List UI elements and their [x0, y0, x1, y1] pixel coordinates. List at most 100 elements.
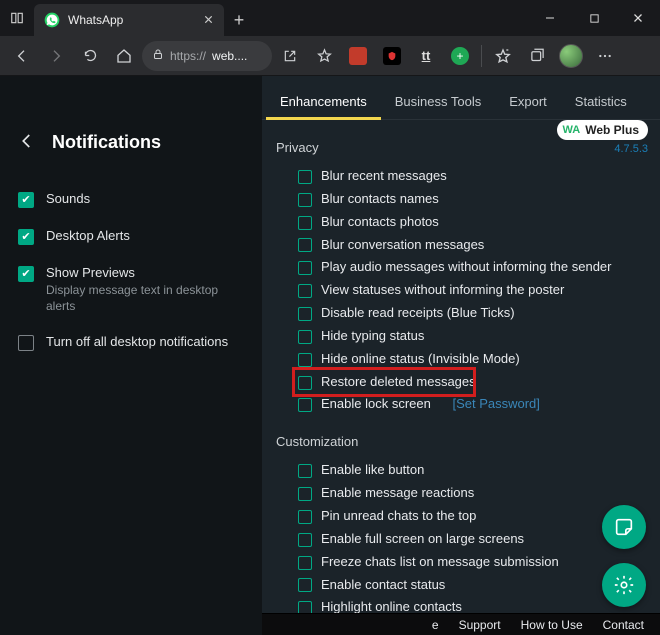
- setting-desktop-alerts[interactable]: Desktop Alerts: [14, 218, 248, 255]
- url-bar[interactable]: https:// web....: [142, 41, 272, 71]
- opt-like-button[interactable]: Enable like button: [298, 459, 646, 482]
- opt-blur-conversation[interactable]: Blur conversation messages: [298, 234, 646, 257]
- opt-disable-receipts[interactable]: Disable read receipts (Blue Ticks): [298, 302, 646, 325]
- opt-hide-online[interactable]: Hide online status (Invisible Mode): [298, 348, 646, 371]
- set-password-link[interactable]: [Set Password]: [452, 395, 539, 414]
- opt-play-audio[interactable]: Play audio messages without informing th…: [298, 256, 646, 279]
- group-title-customization: Customization: [276, 434, 646, 449]
- checkbox-icon[interactable]: [298, 376, 312, 390]
- checkbox-icon[interactable]: [298, 261, 312, 275]
- nav-home-button[interactable]: [108, 40, 140, 72]
- extension-shield-icon[interactable]: [376, 40, 408, 72]
- collections-icon[interactable]: [521, 40, 553, 72]
- checkbox-icon[interactable]: [298, 487, 312, 501]
- opt-blur-photos[interactable]: Blur contacts photos: [298, 211, 646, 234]
- settings-fab[interactable]: [602, 563, 646, 607]
- setting-show-previews[interactable]: Show Previews Display message text in de…: [14, 255, 248, 324]
- settings-title: Notifications: [52, 132, 161, 153]
- opt-lock-screen[interactable]: Enable lock screen [Set Password]: [298, 393, 646, 416]
- footer-support[interactable]: Support: [459, 618, 501, 632]
- customization-options: Enable like button Enable message reacti…: [276, 459, 646, 635]
- opt-freeze-list[interactable]: Freeze chats list on message submission: [298, 551, 646, 574]
- url-protocol: https://: [170, 49, 206, 63]
- checkbox-icon[interactable]: [298, 353, 312, 367]
- tab-actions-icon[interactable]: [0, 0, 34, 36]
- new-tab-button[interactable]: +: [224, 4, 254, 36]
- checkbox-icon[interactable]: [298, 216, 312, 230]
- checkbox-icon[interactable]: [298, 307, 312, 321]
- favorites-icon[interactable]: [487, 40, 519, 72]
- nav-forward-button[interactable]: [40, 40, 72, 72]
- browser-tab-whatsapp[interactable]: WhatsApp: [34, 4, 224, 36]
- nav-refresh-button[interactable]: [74, 40, 106, 72]
- tab-enhancements[interactable]: Enhancements: [266, 86, 381, 119]
- opt-blur-names[interactable]: Blur contacts names: [298, 188, 646, 211]
- brand-pill[interactable]: WA Web Plus: [557, 120, 648, 140]
- tab-close-icon[interactable]: [203, 13, 214, 28]
- opt-hide-typing[interactable]: Hide typing status: [298, 325, 646, 348]
- opt-restore-deleted[interactable]: Restore deleted messages: [298, 371, 646, 394]
- checkbox-icon[interactable]: [298, 556, 312, 570]
- brand-name: Web Plus: [585, 123, 639, 137]
- extension-text-icon[interactable]: tt: [410, 40, 442, 72]
- checkbox-turn-off-all[interactable]: [18, 335, 34, 351]
- profile-avatar[interactable]: [555, 40, 587, 72]
- settings-back-icon[interactable]: [18, 132, 36, 153]
- opt-full-screen[interactable]: Enable full screen on large screens: [298, 528, 646, 551]
- window-minimize-button[interactable]: [528, 0, 572, 36]
- privacy-options: Blur recent messages Blur contacts names…: [276, 165, 646, 416]
- tab-title: WhatsApp: [68, 13, 195, 27]
- checkbox-icon[interactable]: [298, 578, 312, 592]
- opt-blur-recent[interactable]: Blur recent messages: [298, 165, 646, 188]
- favorite-star-icon[interactable]: [308, 40, 340, 72]
- more-menu-icon[interactable]: [589, 40, 621, 72]
- setting-label: Desktop Alerts: [46, 228, 130, 243]
- window-maximize-button[interactable]: [572, 0, 616, 36]
- extension-tabs: Enhancements Business Tools Export Stati…: [262, 76, 660, 120]
- setting-sounds[interactable]: Sounds: [14, 181, 248, 218]
- tab-statistics[interactable]: Statistics: [561, 86, 641, 119]
- extension-red-icon[interactable]: [342, 40, 374, 72]
- opt-pin-unread[interactable]: Pin unread chats to the top: [298, 505, 646, 528]
- opt-reactions[interactable]: Enable message reactions: [298, 482, 646, 505]
- setting-label: Turn off all desktop notifications: [46, 334, 228, 349]
- checkbox-icon[interactable]: [298, 464, 312, 478]
- setting-turn-off-all[interactable]: Turn off all desktop notifications: [14, 324, 248, 361]
- window-close-button[interactable]: [616, 0, 660, 36]
- checkbox-desktop-alerts[interactable]: [18, 229, 34, 245]
- extension-panel: Enhancements Business Tools Export Stati…: [262, 76, 660, 635]
- checkbox-icon[interactable]: [298, 193, 312, 207]
- tab-business-tools[interactable]: Business Tools: [381, 86, 495, 119]
- window-titlebar: WhatsApp +: [0, 0, 660, 36]
- checkbox-icon[interactable]: [298, 170, 312, 184]
- whatsapp-favicon-icon: [44, 12, 60, 28]
- checkbox-icon[interactable]: [298, 238, 312, 252]
- tab-export[interactable]: Export: [495, 86, 561, 119]
- brand-prefix: WA: [562, 124, 580, 136]
- checkbox-icon[interactable]: [298, 330, 312, 344]
- lock-icon: [152, 48, 164, 63]
- extension-plus-icon[interactable]: +: [444, 40, 476, 72]
- toolbar-divider: [481, 45, 482, 67]
- checkbox-show-previews[interactable]: [18, 266, 34, 282]
- checkbox-sounds[interactable]: [18, 192, 34, 208]
- opt-contact-status[interactable]: Enable contact status: [298, 574, 646, 597]
- checkbox-icon[interactable]: [298, 510, 312, 524]
- footer-contact[interactable]: Contact: [603, 618, 644, 632]
- setting-subtext: Display message text in desktop alerts: [46, 282, 244, 314]
- checkbox-icon[interactable]: [298, 284, 312, 298]
- checkbox-icon[interactable]: [298, 398, 312, 412]
- browser-toolbar: https:// web.... tt +: [0, 36, 660, 76]
- footer-howto[interactable]: How to Use: [521, 618, 583, 632]
- opt-view-status[interactable]: View statuses without informing the post…: [298, 279, 646, 302]
- setting-label: Sounds: [46, 191, 90, 206]
- setting-label: Show Previews: [46, 265, 244, 280]
- url-host: web....: [212, 49, 247, 63]
- brand-version: 4.7.5.3: [557, 143, 648, 155]
- footer-item[interactable]: e: [432, 618, 439, 632]
- extension-brand: WA Web Plus 4.7.5.3: [557, 120, 648, 155]
- sticker-fab[interactable]: [602, 505, 646, 549]
- nav-back-button[interactable]: [6, 40, 38, 72]
- open-external-icon[interactable]: [274, 40, 306, 72]
- checkbox-icon[interactable]: [298, 533, 312, 547]
